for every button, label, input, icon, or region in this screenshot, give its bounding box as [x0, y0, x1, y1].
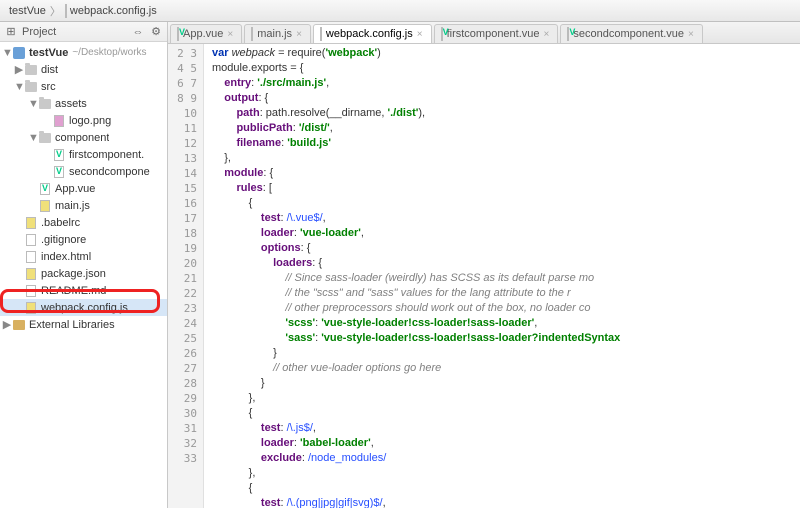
- tab-firstcomponent-vue[interactable]: firstcomponent.vue×: [434, 24, 559, 43]
- tree-root[interactable]: ▼testVue~/Desktop/works: [0, 44, 167, 61]
- tab-secondcomponent-vue[interactable]: secondcomponent.vue×: [560, 24, 703, 43]
- editor: App.vue×main.js×webpack.config.js×firstc…: [168, 22, 800, 508]
- sidebar-title: Project: [22, 26, 56, 38]
- file-tree: ▼testVue~/Desktop/works ▶dist ▼src ▼asse…: [0, 42, 167, 508]
- tab-App-vue[interactable]: App.vue×: [170, 24, 242, 43]
- sidebar-header: ⊞ Project ⇔ ⚙: [0, 22, 167, 42]
- tree-file-webpack[interactable]: webpack.config.js: [0, 299, 167, 316]
- editor-tabbar: App.vue×main.js×webpack.config.js×firstc…: [168, 22, 800, 44]
- tree-file-firstcomp[interactable]: firstcomponent.: [0, 146, 167, 163]
- tree-file-mainjs[interactable]: main.js: [0, 197, 167, 214]
- tab-webpack-config-js[interactable]: webpack.config.js×: [313, 24, 432, 43]
- code-content[interactable]: var webpack = require('webpack')module.e…: [204, 44, 800, 508]
- breadcrumb-file[interactable]: webpack.config.js: [65, 5, 157, 17]
- close-icon[interactable]: ×: [688, 29, 694, 40]
- tree-file-appvue[interactable]: App.vue: [0, 180, 167, 197]
- collapse-icon[interactable]: ⇔: [131, 25, 145, 39]
- tree-folder-component[interactable]: ▼component: [0, 129, 167, 146]
- tree-folder-dist[interactable]: ▶dist: [0, 61, 167, 78]
- tree-file-logo[interactable]: logo.png: [0, 112, 167, 129]
- close-icon[interactable]: ×: [227, 29, 233, 40]
- project-dropdown-icon[interactable]: ⊞: [4, 25, 18, 39]
- breadcrumb-root[interactable]: testVue: [6, 5, 46, 17]
- tab-main-js[interactable]: main.js×: [244, 24, 311, 43]
- tree-file-secondcomp[interactable]: secondcompone: [0, 163, 167, 180]
- tree-file-indexhtml[interactable]: index.html: [0, 248, 167, 265]
- breadcrumb: testVue 〉 webpack.config.js: [0, 0, 800, 22]
- tree-file-gitignore[interactable]: .gitignore: [0, 231, 167, 248]
- tree-file-packagejson[interactable]: package.json: [0, 265, 167, 282]
- close-icon[interactable]: ×: [417, 29, 423, 40]
- line-gutter: 2 3 4 5 6 7 8 9 10 11 12 13 14 15 16 17 …: [168, 44, 204, 508]
- tree-folder-src[interactable]: ▼src: [0, 78, 167, 95]
- close-icon[interactable]: ×: [544, 29, 550, 40]
- tree-folder-assets[interactable]: ▼assets: [0, 95, 167, 112]
- close-icon[interactable]: ×: [296, 29, 302, 40]
- chevron-right-icon: 〉: [50, 3, 61, 19]
- tree-external-libs[interactable]: ▶External Libraries: [0, 316, 167, 333]
- tree-file-readme[interactable]: README.md: [0, 282, 167, 299]
- project-sidebar: ⊞ Project ⇔ ⚙ ▼testVue~/Desktop/works ▶d…: [0, 22, 168, 508]
- gear-icon[interactable]: ⚙: [149, 25, 163, 39]
- tree-file-babelrc[interactable]: .babelrc: [0, 214, 167, 231]
